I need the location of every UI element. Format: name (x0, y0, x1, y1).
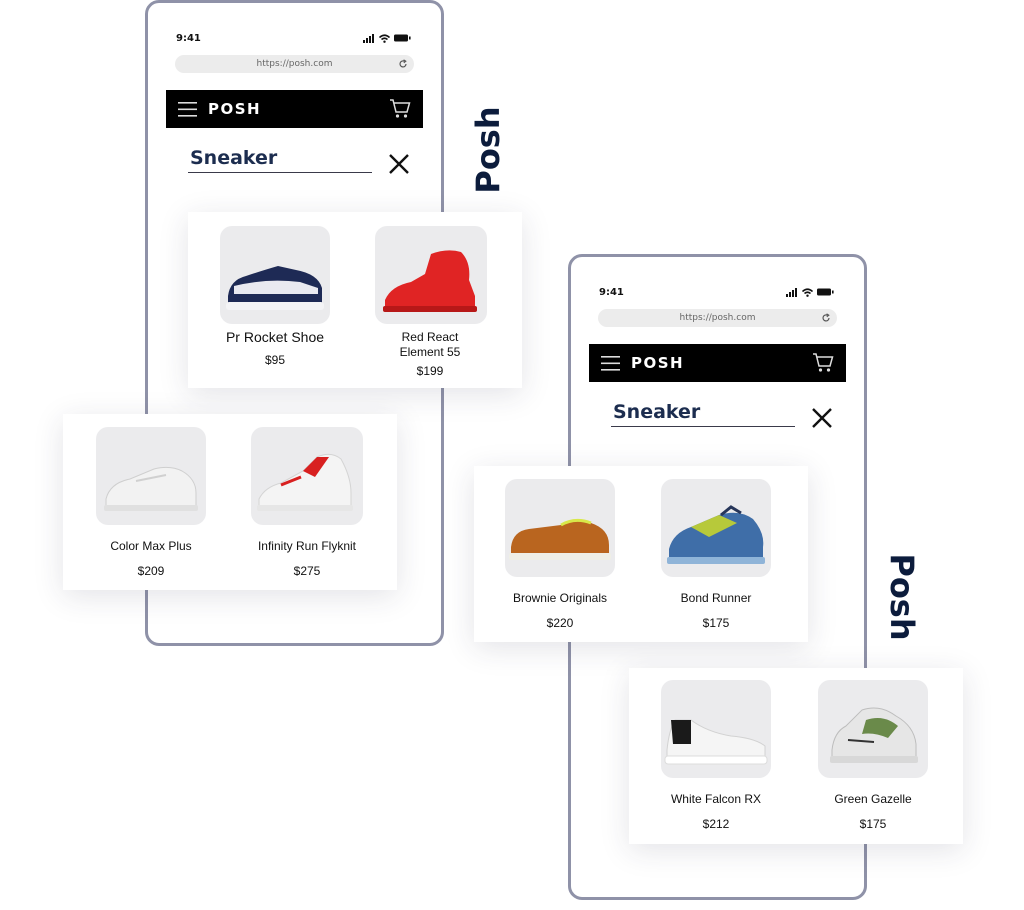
product-image[interactable] (96, 427, 206, 525)
product-name: Green Gazelle (834, 792, 912, 806)
product-card-row: White Falcon RX $212 Green Gazelle $175 (629, 668, 963, 844)
product-name: Pr Rocket Shoe (225, 329, 325, 345)
reload-icon[interactable] (821, 313, 831, 323)
product-item[interactable]: Pr Rocket Shoe $95 (220, 226, 330, 367)
product-image[interactable] (661, 680, 771, 778)
search-input[interactable]: Sneaker (611, 400, 795, 427)
product-price: $175 (859, 817, 887, 831)
wifi-icon (802, 287, 813, 297)
product-name: Infinity Run Flyknit (257, 539, 357, 553)
product-name: Brownie Originals (512, 591, 608, 605)
wifi-icon (379, 33, 390, 43)
product-name: Bond Runner (680, 591, 752, 605)
address-bar[interactable]: https://posh.com (175, 55, 414, 73)
sneaker-image (667, 505, 765, 564)
product-price: $199 (416, 364, 444, 378)
search-input[interactable]: Sneaker (188, 146, 372, 173)
hamburger-menu-icon[interactable] (178, 101, 198, 117)
product-name: White Falcon RX (670, 792, 762, 806)
product-card-row: Pr Rocket Shoe $95 Red React Element 55 … (188, 212, 522, 388)
product-item[interactable]: Green Gazelle $175 (818, 680, 928, 831)
product-price: $175 (702, 616, 730, 630)
close-icon[interactable] (811, 407, 833, 429)
product-name: Red React Element 55 (399, 330, 461, 359)
product-item[interactable]: Brownie Originals $220 (505, 479, 615, 630)
search-value: Sneaker (190, 147, 278, 169)
product-item[interactable]: Red React Element 55 $199 (375, 226, 487, 378)
product-item[interactable]: Infinity Run Flyknit $275 (251, 427, 363, 578)
product-image[interactable] (661, 479, 771, 577)
product-item[interactable]: White Falcon RX $212 (661, 680, 771, 831)
url-text: https://posh.com (679, 313, 756, 323)
brand-logo[interactable]: POSH (208, 100, 261, 118)
sneaker-image (104, 466, 198, 511)
cart-icon[interactable] (389, 98, 411, 119)
cart-icon[interactable] (812, 352, 834, 373)
close-icon[interactable] (388, 153, 410, 175)
product-card-row: Color Max Plus $209 Infinity Run Flyknit… (63, 414, 397, 590)
navbar: POSH (589, 344, 846, 382)
product-price: $95 (264, 353, 286, 367)
side-brand-label: Posh (469, 106, 507, 194)
product-image[interactable] (818, 680, 928, 778)
product-card-row: Brownie Originals $220 Bond Runner $175 (474, 466, 808, 642)
product-image[interactable] (505, 479, 615, 577)
product-price: $212 (702, 817, 730, 831)
reload-icon[interactable] (398, 59, 408, 69)
address-bar[interactable]: https://posh.com (598, 309, 837, 327)
battery-icon (817, 288, 834, 296)
status-time: 9:41 (176, 33, 201, 44)
sneaker-image (664, 719, 768, 765)
product-image[interactable] (251, 427, 363, 525)
product-name: Color Max Plus (110, 539, 192, 553)
product-item[interactable]: Bond Runner $175 (661, 479, 771, 630)
product-image[interactable] (220, 226, 330, 324)
signal-icon (363, 33, 374, 43)
sneaker-image (509, 518, 611, 560)
battery-icon (394, 34, 411, 42)
product-price: $209 (137, 564, 165, 578)
product-item[interactable]: Color Max Plus $209 (96, 427, 206, 578)
search-value: Sneaker (613, 401, 701, 423)
product-image[interactable] (375, 226, 487, 324)
signal-icon (786, 287, 797, 297)
product-price: $220 (546, 616, 574, 630)
status-time: 9:41 (599, 287, 624, 298)
sneaker-image (257, 453, 353, 511)
url-text: https://posh.com (256, 59, 333, 69)
side-brand-label: Posh (883, 553, 921, 641)
product-price: $275 (293, 564, 321, 578)
sneaker-image (383, 250, 477, 312)
brand-logo[interactable]: POSH (631, 354, 684, 372)
sneaker-image (830, 707, 918, 763)
hamburger-menu-icon[interactable] (601, 355, 621, 371)
sneaker-image (226, 266, 324, 310)
navbar: POSH (166, 90, 423, 128)
